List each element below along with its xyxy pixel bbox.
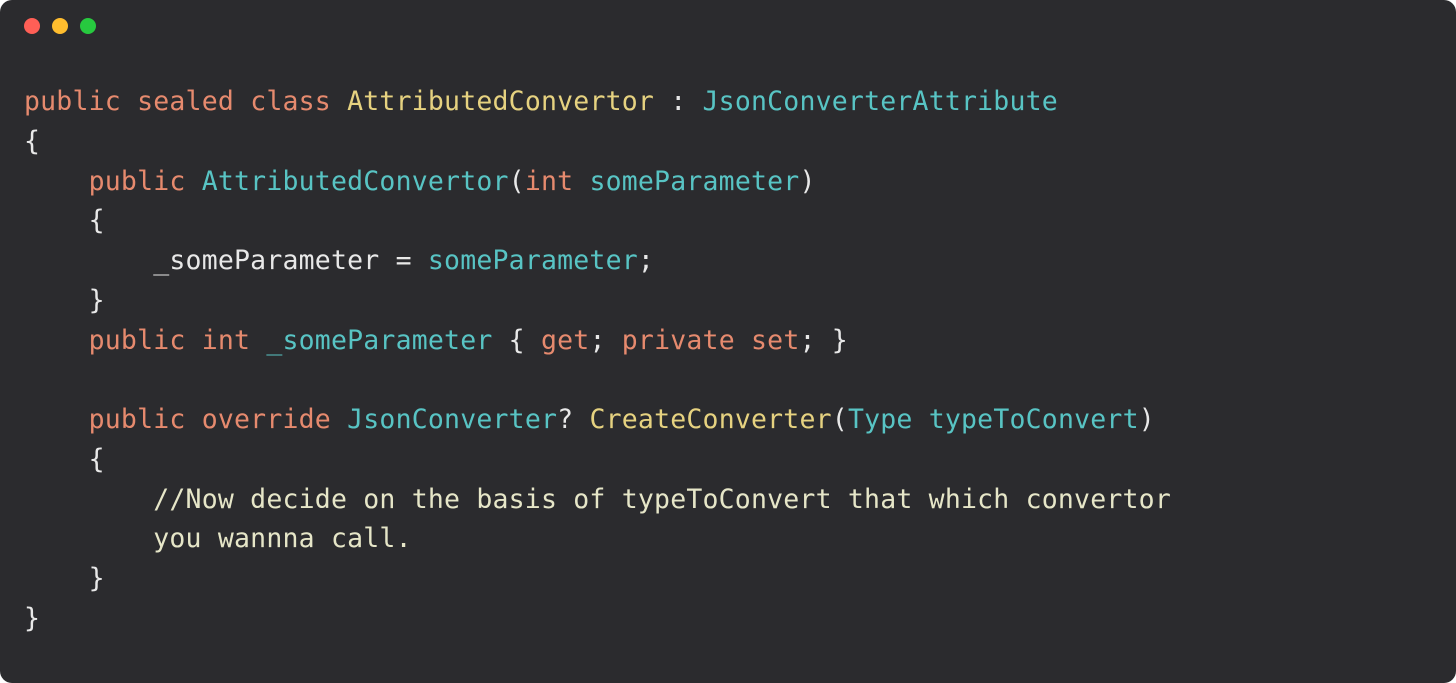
punct: ( [509,166,525,197]
brace: { [24,126,40,157]
keyword: class [250,86,331,117]
keyword: override [202,404,331,435]
punct: ; [589,325,605,356]
brace: { [509,325,525,356]
comment: you wannna call. [153,523,411,554]
keyword: public [89,325,186,356]
brace: } [832,325,848,356]
accessor: get [541,325,589,356]
brace: } [89,285,105,316]
punct: ) [799,166,815,197]
keyword: public [89,166,186,197]
keyword: public [24,86,121,117]
minimize-icon[interactable] [52,18,68,34]
punct: ? [557,404,573,435]
operator: = [396,245,412,276]
maximize-icon[interactable] [80,18,96,34]
property: _someParameter [266,325,492,356]
keyword: int [202,325,250,356]
param: someParameter [589,166,799,197]
return-type: JsonConverter [347,404,557,435]
punct: ) [1139,404,1155,435]
value: someParameter [428,245,638,276]
code-content: public sealed class AttributedConvertor … [0,52,1456,663]
param-type: Type [848,404,913,435]
ctor-name: AttributedConvertor [202,166,509,197]
param: typeToConvert [929,404,1139,435]
brace: { [89,444,105,475]
field: _someParameter [153,245,379,276]
brace: { [89,205,105,236]
class-name: AttributedConvertor [347,86,654,117]
brace: } [89,563,105,594]
punct: ; [799,325,815,356]
comment: //Now decide on the basis of typeToConve… [153,484,1171,515]
brace: } [24,603,40,634]
code-window: public sealed class AttributedConvertor … [0,0,1456,683]
keyword: int [525,166,573,197]
accessor: set [751,325,799,356]
keyword: private [622,325,735,356]
punct: ( [832,404,848,435]
punct: : [670,86,686,117]
titlebar [0,0,1456,52]
base-type: JsonConverterAttribute [703,86,1058,117]
punct: ; [638,245,654,276]
method-name: CreateConverter [589,404,831,435]
keyword: sealed [137,86,234,117]
close-icon[interactable] [24,18,40,34]
keyword: public [89,404,186,435]
